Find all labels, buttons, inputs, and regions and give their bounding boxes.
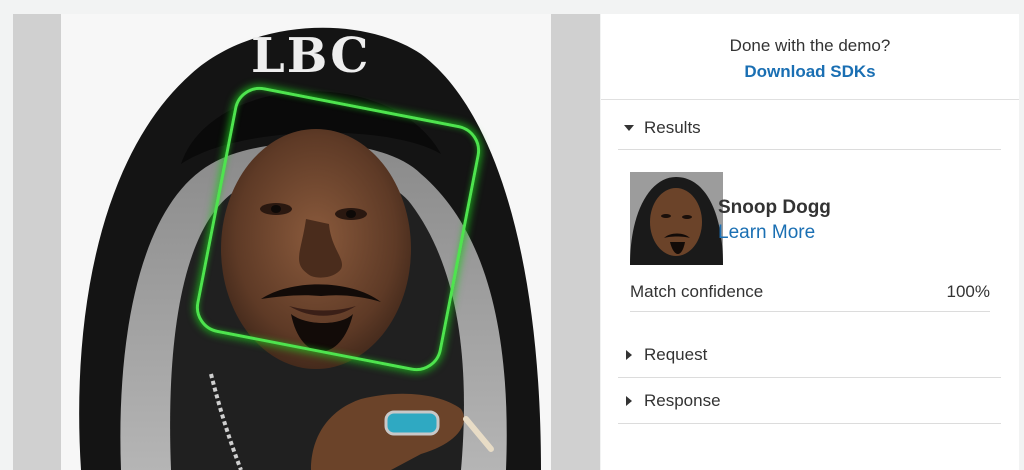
response-label: Response (644, 390, 721, 410)
image-panel: LBC (13, 14, 600, 470)
download-sdks-link[interactable]: Download SDKs (744, 62, 875, 82)
celebrity-name: Snoop Dogg (718, 197, 831, 218)
caret-right-icon (626, 395, 632, 406)
response-section-header[interactable]: Response (618, 378, 1001, 424)
match-confidence-value: 100% (946, 281, 990, 301)
demo-header: Done with the demo? Download SDKs (601, 14, 1019, 100)
caret-right-icon (626, 349, 632, 360)
results-label: Results (644, 117, 701, 137)
request-section-header[interactable]: Request (618, 332, 1001, 378)
learn-more-link[interactable]: Learn More (718, 222, 815, 244)
match-confidence-row: Match confidence 100% (630, 272, 990, 312)
face-bounding-box[interactable] (191, 82, 485, 376)
demo-question: Done with the demo? (729, 36, 891, 55)
hood-lettering: LBC (251, 28, 370, 84)
caret-down-icon (624, 124, 634, 131)
match-confidence-label: Match confidence (630, 281, 764, 301)
request-label: Request (644, 344, 708, 364)
results-panel: Done with the demo? Download SDKs Result… (601, 14, 1019, 470)
uploaded-photo: LBC (61, 14, 551, 470)
results-section-header[interactable]: Results (618, 106, 1001, 150)
celebrity-thumbnail (630, 172, 723, 265)
celebrity-result (630, 172, 990, 268)
